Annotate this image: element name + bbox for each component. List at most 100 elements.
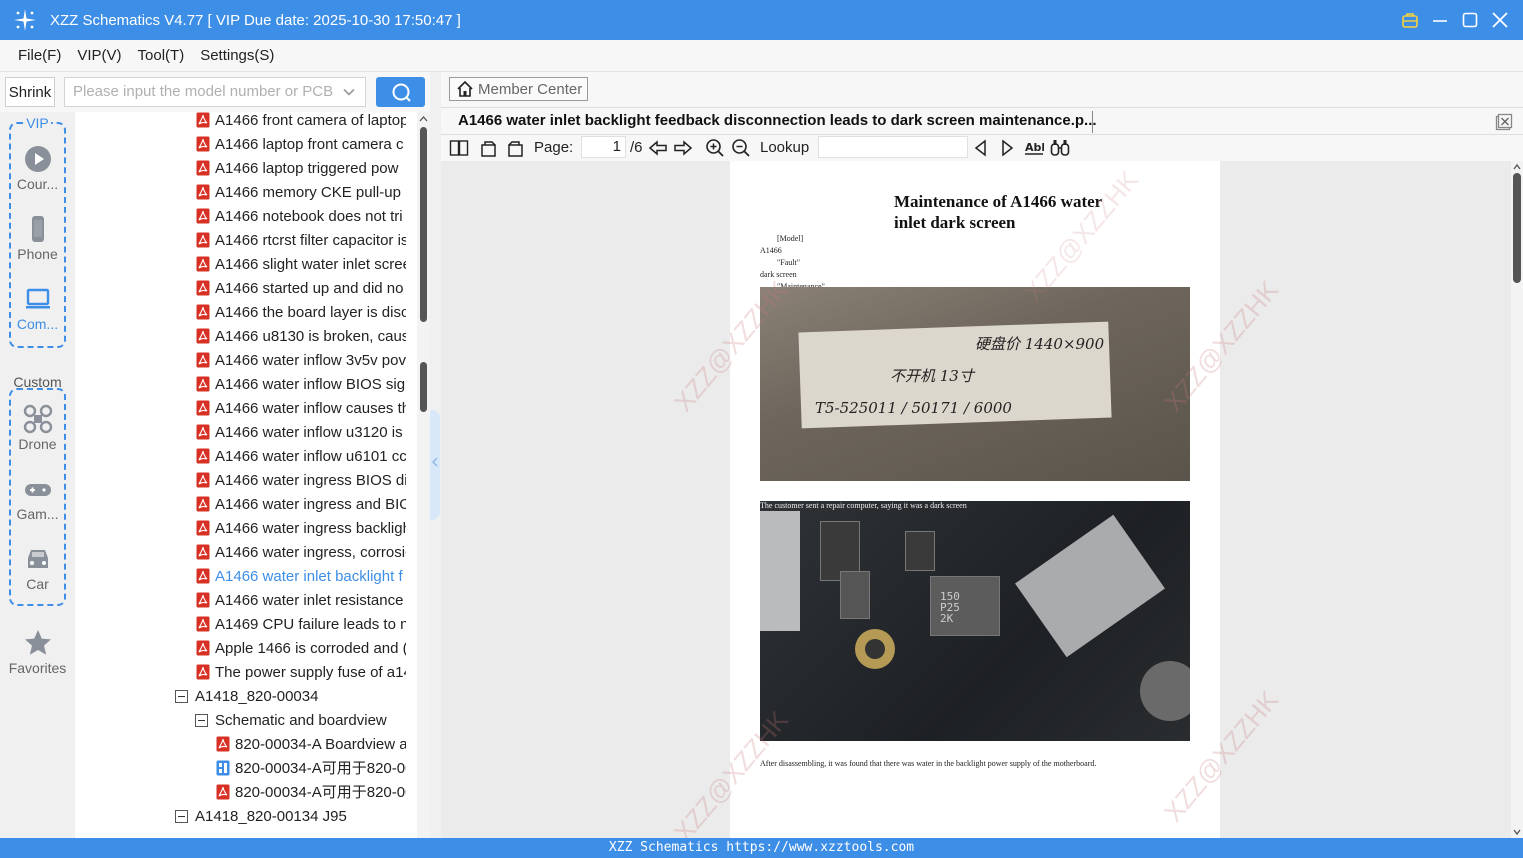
tree-file-item[interactable]: The power supply fuse of a14 — [196, 661, 406, 685]
model-search-placeholder: Please input the model number or PCB — [73, 83, 334, 100]
tree-file-item[interactable]: A1466 water inlet resistance — [196, 589, 406, 613]
menu-vip[interactable]: VIP(V) — [77, 47, 121, 64]
play-icon — [24, 146, 51, 172]
tree-file-item[interactable]: Apple 1466 is corroded and ( — [196, 637, 406, 661]
tree-file-label: A1466 slight water inlet scree — [215, 256, 406, 273]
tree-group[interactable]: A1418_820-00134 J95 — [175, 805, 415, 829]
tree-scrollbar-thumb[interactable] — [420, 127, 427, 322]
chevron-down-icon[interactable] — [343, 86, 355, 98]
tree-file-item[interactable]: A1466 laptop triggered pow — [196, 157, 406, 181]
next-page-icon[interactable] — [673, 138, 693, 158]
pdf-file-icon — [196, 400, 210, 416]
scroll-down-icon[interactable] — [1513, 828, 1521, 836]
sidebar-item-car[interactable]: Car — [0, 544, 75, 592]
scroll-up-icon[interactable] — [1513, 163, 1521, 171]
tree-file-item[interactable]: A1466 water ingress and BIO — [196, 493, 406, 517]
lookup-input[interactable] — [818, 136, 968, 158]
tree-file-label: A1466 water inlet resistance — [215, 592, 404, 609]
pdf-file-icon — [196, 640, 210, 656]
pdf-file-icon — [196, 112, 210, 128]
search-button[interactable] — [376, 77, 425, 107]
viewer-scrollbar-thumb[interactable] — [1513, 173, 1521, 283]
document-tab-title: A1466 water inlet backlight feedback dis… — [458, 112, 1097, 129]
sidebar-item-games[interactable]: Gam... — [0, 474, 75, 522]
scroll-up-icon[interactable] — [419, 115, 428, 123]
tree-subgroup[interactable]: Schematic and boardview — [195, 709, 415, 733]
minimize-icon[interactable] — [1431, 11, 1449, 29]
collapse-icon[interactable] — [175, 810, 188, 823]
panel-splitter[interactable] — [430, 410, 440, 520]
tree-file-item[interactable]: A1466 notebook does not tri — [196, 205, 406, 229]
tree-file-item[interactable]: A1466 u8130 is broken, caus — [196, 325, 406, 349]
binoculars-icon[interactable] — [1050, 138, 1070, 158]
model-search-input[interactable]: Please input the model number or PCB — [64, 77, 366, 107]
tree-file-item[interactable]: A1466 slight water inlet scree — [196, 253, 406, 277]
document-tab[interactable]: A1466 water inlet backlight feedback dis… — [441, 107, 1523, 135]
tree-scrollbar-thumb-secondary[interactable] — [420, 362, 427, 412]
tree-file-item[interactable]: A1466 memory CKE pull-up r — [196, 181, 406, 205]
close-tab-icon[interactable] — [1495, 113, 1513, 131]
find-previous-icon[interactable] — [971, 138, 991, 158]
previous-page-icon[interactable] — [648, 138, 668, 158]
tree-file-label: A1466 laptop front camera c — [215, 136, 404, 153]
menu-file[interactable]: File(F) — [18, 47, 61, 64]
sidebar-item-computer[interactable]: Com... — [0, 284, 75, 332]
rotate-right-icon[interactable] — [505, 138, 525, 158]
tree-group[interactable]: A1418_820-00034 — [175, 685, 415, 709]
tree-file-item[interactable]: A1466 water inflow BIOS sign — [196, 373, 406, 397]
shrink-button[interactable]: Shrink — [5, 77, 55, 107]
gamepad-icon — [24, 484, 51, 496]
vip-bag-icon[interactable] — [1401, 11, 1419, 29]
menu-tool[interactable]: Tool(T) — [138, 47, 185, 64]
pdf-file-icon — [196, 160, 210, 176]
boardview-file-icon — [216, 760, 230, 776]
category-sidebar: VIP Cour... Phone Com... Custom Drone Ga… — [0, 112, 75, 838]
zoom-in-icon[interactable] — [705, 138, 725, 158]
maximize-icon[interactable] — [1461, 11, 1479, 29]
pdf-file-icon — [196, 280, 210, 296]
tree-file-item[interactable]: A1466 started up and did no — [196, 277, 406, 301]
close-icon[interactable] — [1491, 11, 1509, 29]
rotate-left-icon[interactable] — [479, 138, 499, 158]
find-next-icon[interactable] — [997, 138, 1017, 158]
tree-file-item[interactable]: A1466 water inflow causes th — [196, 397, 406, 421]
sidebar-item-favorites[interactable]: Favorites — [0, 628, 75, 676]
tree-file-item[interactable]: A1466 the board layer is disc — [196, 301, 406, 325]
window-title: XZZ Schematics V4.77 [ VIP Due date: 202… — [50, 11, 461, 29]
tree-file-item[interactable]: A1466 water inflow u6101 cc — [196, 445, 406, 469]
handwriting-line-1: 硬盘价 1440×900 — [975, 335, 1105, 353]
page-number-input[interactable]: 1 — [581, 136, 626, 158]
sidebar-item-courses[interactable]: Cour... — [0, 144, 75, 192]
menu-settings[interactable]: Settings(S) — [200, 47, 274, 64]
pdf-file-icon — [196, 376, 210, 392]
tree-file-item[interactable]: A1466 water ingress backligh — [196, 517, 406, 541]
tree-file-item[interactable]: 820-00034-A可用于820-00 — [216, 781, 406, 805]
tree-file-item[interactable]: A1466 front camera of laptop — [196, 112, 406, 133]
sidebar-item-drone[interactable]: Drone — [0, 404, 75, 452]
match-case-icon[interactable]: Abl — [1024, 138, 1044, 158]
sidebar-item-phone[interactable]: Phone — [0, 214, 75, 262]
tree-file-item[interactable]: 820-00034-A可用于820-00 — [216, 757, 406, 781]
viewer-scrollbar[interactable] — [1511, 161, 1523, 838]
tree-file-item[interactable]: A1466 rtcrst filter capacitor is — [196, 229, 406, 253]
tree-file-item[interactable]: A1466 laptop front camera c — [196, 133, 406, 157]
tree-scrollbar[interactable] — [417, 112, 430, 838]
tree-file-item[interactable]: A1469 CPU failure leads to n — [196, 613, 406, 637]
tree-file-item[interactable]: 820-00034-A Boardview a — [216, 733, 406, 757]
tree-file-item[interactable]: A1466 water inflow 3v5v pov — [196, 349, 406, 373]
member-center-button[interactable]: Member Center — [449, 77, 588, 101]
chip-marking: 150 P25 2K — [940, 590, 960, 625]
tree-file-item[interactable]: A1466 water inflow u3120 is — [196, 421, 406, 445]
tree-file-item[interactable]: A1466 water ingress BIOS dis — [196, 469, 406, 493]
tree-file-label: A1466 water ingress and BIO — [215, 496, 406, 513]
two-page-view-icon[interactable] — [449, 138, 469, 158]
tree-file-item[interactable]: A1466 water ingress, corrosic — [196, 541, 406, 565]
pdf-viewer[interactable]: Maintenance of A1466 water inlet dark sc… — [441, 161, 1523, 838]
collapse-left-icon[interactable] — [431, 457, 439, 467]
collapse-icon[interactable] — [175, 690, 188, 703]
collapse-icon[interactable] — [195, 714, 208, 727]
tree-file-label: A1466 water inflow causes th — [215, 400, 406, 417]
tree-file-item[interactable]: A1466 water inlet backlight f — [196, 565, 406, 589]
sidebar-item-label: Cour... — [16, 176, 59, 192]
zoom-out-icon[interactable] — [731, 138, 751, 158]
